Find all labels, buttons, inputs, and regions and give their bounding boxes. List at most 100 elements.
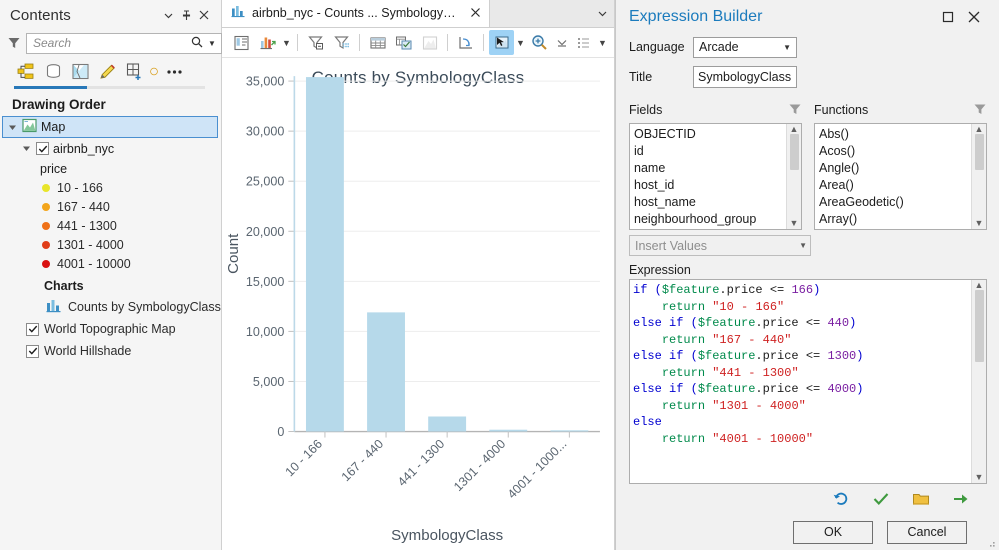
scrollbar-thumb[interactable]: [975, 290, 984, 362]
search-icon[interactable]: [190, 35, 204, 52]
symbology-class-row[interactable]: 441 - 1300: [0, 216, 221, 235]
scroll-up-icon[interactable]: ▲: [790, 125, 799, 134]
bar[interactable]: [306, 77, 344, 431]
maximize-icon[interactable]: [935, 4, 961, 30]
search-options-chevron-icon[interactable]: ▼: [204, 39, 218, 48]
ok-button[interactable]: OK: [793, 521, 873, 544]
tree-item-map[interactable]: Map: [2, 116, 218, 138]
field-item[interactable]: OBJECTID: [634, 126, 786, 143]
select-tool-caret-icon[interactable]: ▼: [515, 30, 526, 55]
search-input-wrapper[interactable]: ▼: [26, 33, 222, 54]
expander-icon[interactable]: [20, 143, 32, 155]
legend-caret-icon[interactable]: ▼: [597, 30, 608, 55]
fields-scrollbar[interactable]: ▲ ▼: [786, 124, 801, 229]
basemap-visibility-checkbox[interactable]: [26, 323, 39, 336]
select-tool-icon[interactable]: [489, 30, 514, 55]
functions-filter-icon[interactable]: [973, 102, 987, 119]
legend-icon[interactable]: [571, 30, 596, 55]
bar[interactable]: [428, 416, 466, 431]
scrollbar-thumb[interactable]: [975, 134, 984, 170]
functions-listbox[interactable]: Abs() Acos() Angle() Area() AreaGeodetic…: [814, 123, 987, 230]
field-item[interactable]: name: [634, 160, 786, 177]
function-item[interactable]: Acos(): [819, 143, 971, 160]
symbology-class-row[interactable]: 167 - 440: [0, 197, 221, 216]
pin-icon[interactable]: [177, 6, 195, 24]
tab-close-icon[interactable]: [468, 6, 481, 21]
resize-grip-icon[interactable]: [986, 538, 996, 548]
scroll-down-icon[interactable]: ▼: [975, 219, 984, 228]
functions-label: Functions: [814, 103, 973, 117]
tree-item-layer[interactable]: airbnb_nyc: [0, 138, 221, 159]
filter-by-selection-icon[interactable]: [329, 30, 354, 55]
fields-filter-icon[interactable]: [788, 102, 802, 119]
chevron-down-icon[interactable]: ▼: [783, 43, 794, 52]
symbology-class-row[interactable]: 4001 - 10000: [0, 254, 221, 273]
filter-icon[interactable]: [6, 36, 21, 51]
charts-heading: Charts: [0, 273, 221, 296]
functions-scrollbar[interactable]: ▲ ▼: [971, 124, 986, 229]
chart-type-caret-icon[interactable]: ▼: [281, 30, 292, 55]
tree-item-chart[interactable]: Counts by SymbologyClass: [0, 296, 221, 318]
scroll-down-icon[interactable]: ▼: [975, 473, 984, 482]
close-icon[interactable]: [195, 6, 213, 24]
zoom-to-selection-icon[interactable]: [417, 30, 442, 55]
scroll-up-icon[interactable]: ▲: [975, 125, 984, 134]
list-by-drawing-order-icon[interactable]: [14, 59, 38, 83]
field-item[interactable]: neighbourhood_group: [634, 211, 786, 228]
scrollbar-thumb[interactable]: [790, 134, 799, 170]
more-options-icon[interactable]: [162, 59, 186, 83]
tab-overflow-chevron-icon[interactable]: [590, 0, 614, 27]
field-item[interactable]: id: [634, 143, 786, 160]
expression-scrollbar[interactable]: ▲ ▼: [971, 280, 986, 483]
function-item[interactable]: Area(): [819, 177, 971, 194]
title-input[interactable]: SymbologyClass: [693, 66, 797, 88]
chevron-down-icon[interactable]: ▼: [799, 241, 807, 250]
tab-chart[interactable]: airbnb_nyc - Counts ... SymbologyClass: [222, 0, 490, 27]
chart-properties-icon[interactable]: [229, 30, 254, 55]
scroll-up-icon[interactable]: ▲: [975, 281, 984, 290]
symbology-class-row[interactable]: 10 - 166: [0, 178, 221, 197]
fields-listbox[interactable]: OBJECTID id name host_id host_name neigh…: [629, 123, 802, 230]
chart-type-icon[interactable]: [255, 30, 280, 55]
function-item[interactable]: Array(): [819, 211, 971, 228]
function-item[interactable]: Angle(): [819, 160, 971, 177]
list-by-editing-icon[interactable]: [95, 59, 119, 83]
field-item[interactable]: host_id: [634, 177, 786, 194]
function-item[interactable]: AreaGeodetic(): [819, 194, 971, 211]
expander-icon[interactable]: [6, 121, 18, 133]
expression-editor[interactable]: if ($feature.price <= 166) return "10 - …: [629, 279, 987, 484]
language-dropdown[interactable]: Arcade ▼: [693, 37, 797, 58]
open-folder-icon[interactable]: [911, 489, 931, 509]
undo-icon[interactable]: [831, 489, 851, 509]
insert-values-dropdown[interactable]: Insert Values ▼: [629, 235, 811, 256]
switch-axes-icon[interactable]: [453, 30, 478, 55]
select-related-records-icon[interactable]: [391, 30, 416, 55]
scroll-down-icon[interactable]: ▼: [790, 219, 799, 228]
symbology-class-row[interactable]: 1301 - 4000: [0, 235, 221, 254]
tree-item-basemap[interactable]: World Topographic Map: [0, 318, 221, 340]
chevron-down-icon[interactable]: [159, 6, 177, 24]
list-by-selection-icon[interactable]: [68, 59, 92, 83]
basemap-visibility-checkbox[interactable]: [26, 345, 39, 358]
field-item[interactable]: host_name: [634, 194, 786, 211]
tree-item-basemap[interactable]: World Hillshade: [0, 340, 221, 362]
filter-by-extent-icon[interactable]: [303, 30, 328, 55]
list-by-data-source-icon[interactable]: [41, 59, 65, 83]
verify-icon[interactable]: [871, 489, 891, 509]
function-item[interactable]: Abs(): [819, 126, 971, 143]
bar[interactable]: [550, 430, 588, 431]
zoom-in-icon[interactable]: [527, 30, 552, 55]
open-table-icon[interactable]: [365, 30, 390, 55]
bar[interactable]: [367, 312, 405, 431]
contents-scroll-indicator[interactable]: [14, 86, 205, 89]
bar[interactable]: [489, 430, 527, 432]
list-by-snapping-icon[interactable]: [122, 59, 146, 83]
close-icon[interactable]: [961, 4, 987, 30]
dock-icon[interactable]: [554, 30, 570, 55]
search-input[interactable]: [33, 36, 190, 50]
list-partial-icon[interactable]: [149, 59, 159, 83]
cancel-button[interactable]: Cancel: [887, 521, 967, 544]
export-icon[interactable]: [951, 489, 971, 509]
expression-code[interactable]: if ($feature.price <= 166) return "10 - …: [630, 280, 971, 483]
layer-visibility-checkbox[interactable]: [36, 142, 49, 155]
